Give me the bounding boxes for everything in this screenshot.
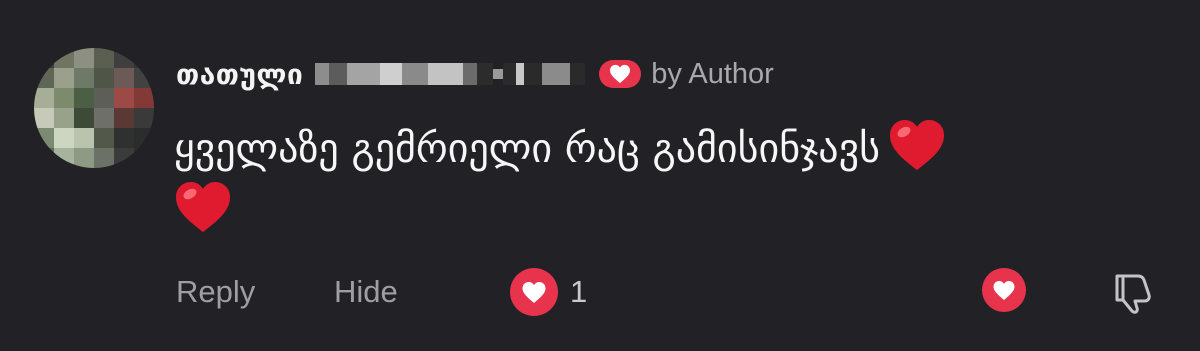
author-liked-indicator bbox=[982, 268, 1026, 312]
heart-emoji-icon bbox=[176, 182, 230, 232]
like-count: 1 bbox=[570, 274, 588, 309]
hide-button[interactable]: Hide bbox=[334, 274, 398, 310]
username[interactable]: თათული bbox=[176, 58, 303, 91]
thumbs-down-icon[interactable] bbox=[1108, 270, 1154, 316]
like-button[interactable]: 1 bbox=[510, 268, 587, 316]
heart-icon bbox=[510, 268, 558, 316]
comment-text: ყველაზე გემრიელი რაც გამისინჯავს bbox=[174, 126, 881, 172]
avatar[interactable] bbox=[34, 48, 154, 168]
comment-header: თათული by Author bbox=[176, 52, 774, 96]
author-badge: by Author bbox=[599, 58, 774, 91]
heart-emoji-icon bbox=[890, 120, 945, 170]
comment-actions: Reply Hide 1 bbox=[176, 268, 1166, 322]
comment-body: ყველაზე გემრიელი რაც გამისინჯავს bbox=[174, 118, 1164, 242]
author-label: by Author bbox=[651, 57, 774, 90]
reply-button[interactable]: Reply bbox=[176, 274, 255, 310]
heart-icon bbox=[982, 268, 1026, 312]
redacted-username-block bbox=[315, 59, 586, 89]
heart-icon bbox=[599, 60, 642, 88]
